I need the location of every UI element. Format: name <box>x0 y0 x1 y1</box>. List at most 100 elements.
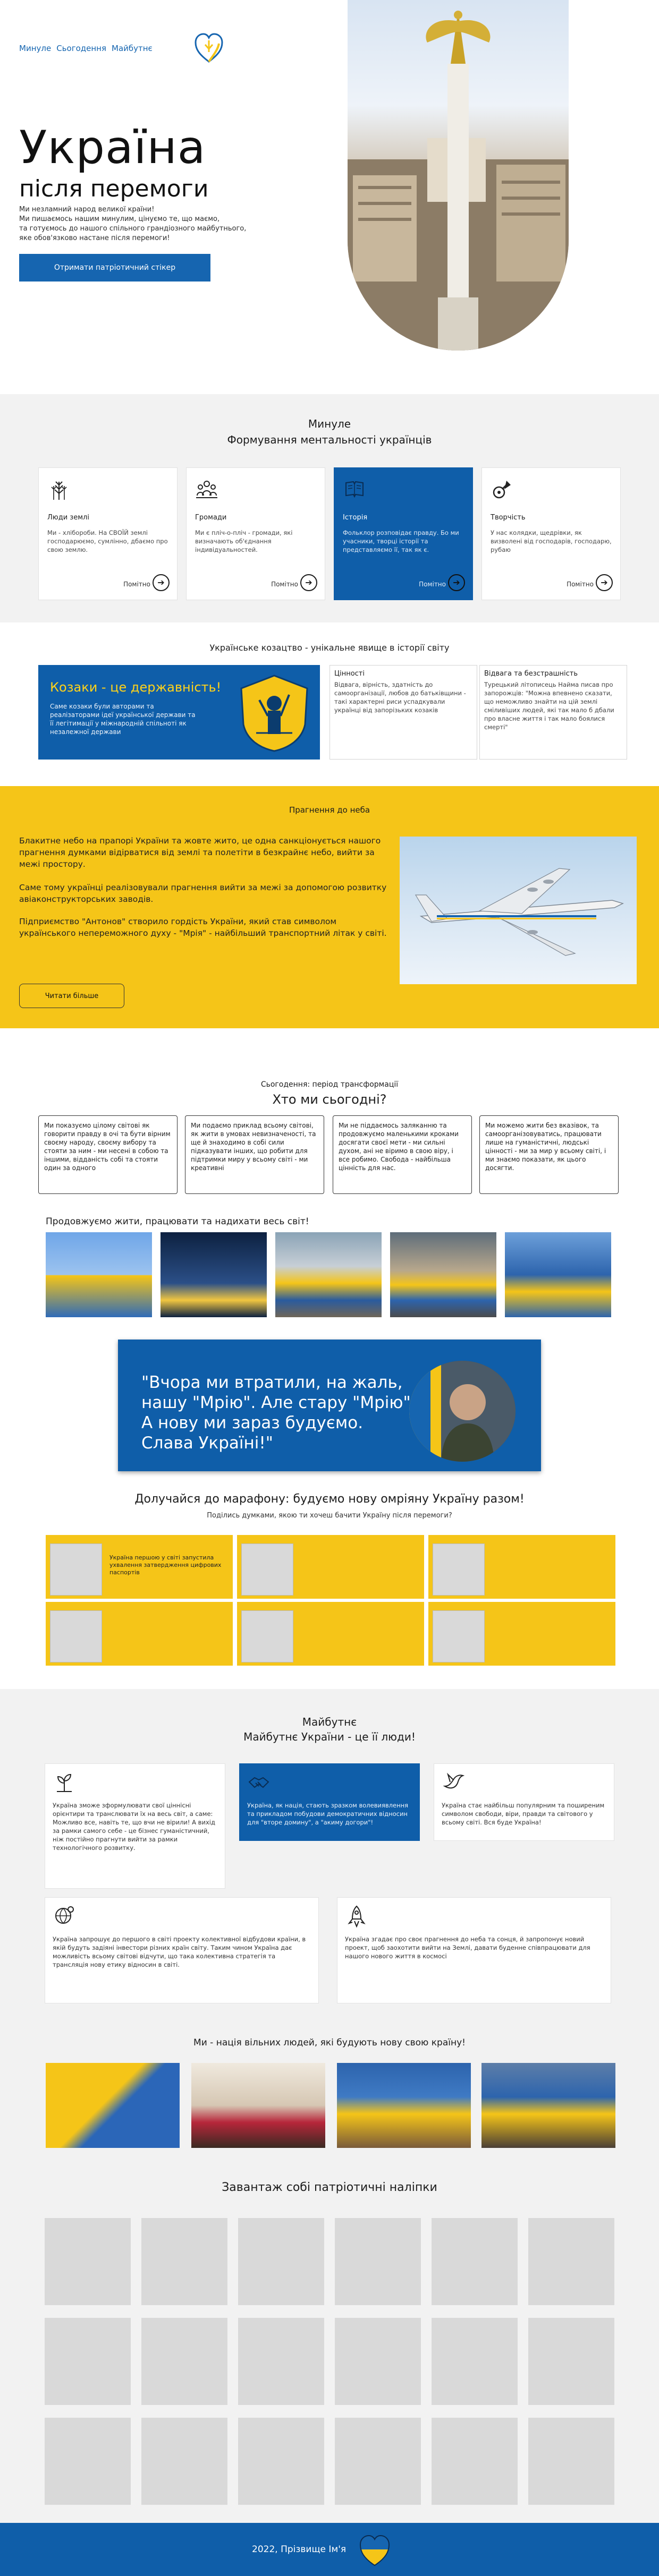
sticker-placeholder[interactable] <box>238 2318 324 2405</box>
values-heading: Цінності <box>334 670 365 678</box>
sticker-placeholder[interactable] <box>528 2318 614 2405</box>
independence-monument-photo <box>348 0 569 351</box>
guitar-icon <box>493 481 511 499</box>
marathon-photo-placeholder <box>241 1610 293 1662</box>
sticker-placeholder[interactable] <box>45 2218 131 2305</box>
sky-heading: Прагнення до неба <box>289 805 370 815</box>
future-card-text: Україна стає найбільш популярним та поши… <box>442 1802 605 1826</box>
flag-photo <box>46 1232 152 1317</box>
marathon-card[interactable] <box>237 1535 424 1599</box>
hero-subtitle: після перемоги <box>19 175 209 202</box>
sticker-placeholder[interactable] <box>141 2418 227 2505</box>
community-icon <box>196 481 217 498</box>
sticker-placeholder[interactable] <box>528 2418 614 2505</box>
present-card: Ми не піддаємось заляканню та продовжуєм… <box>333 1115 472 1194</box>
card-text: Ми є ​​пліч-о-пліч - громади, які визнач… <box>195 529 293 553</box>
present-card-text: Ми подаємо приклад всьому світові, як жи… <box>191 1122 316 1172</box>
present-card: Ми можемо жити без вказівок, та самоорга… <box>479 1115 619 1194</box>
present-card-text: Ми не піддаємось заляканню та продовжуєм… <box>339 1122 459 1172</box>
heart-logo-icon[interactable] <box>195 33 223 64</box>
arrow-right-icon[interactable]: ➔ <box>596 574 613 591</box>
present-card: Ми подаємо приклад всьому світові, як жи… <box>185 1115 324 1194</box>
mriya-plane-photo <box>400 837 637 984</box>
marathon-title: Долучайся до марафону: будуємо нову омрі… <box>134 1492 525 1506</box>
marathon-photo-placeholder <box>433 1543 485 1596</box>
marathon-card[interactable] <box>237 1602 424 1666</box>
sticker-placeholder[interactable] <box>238 2218 324 2305</box>
marathon-photo-placeholder <box>241 1543 293 1596</box>
past-card-land[interactable]: Люди землі Ми - хлібороби. На СВОЇЙ земл… <box>38 467 178 600</box>
future-card: Україна стає найбільш популярним та поши… <box>434 1763 614 1841</box>
nav-item-past[interactable]: Минуле <box>19 44 51 53</box>
arrow-right-icon[interactable]: ➔ <box>153 574 170 591</box>
future-card-text: Україна зможе зформулювати свої ціннісні… <box>53 1802 215 1852</box>
hero-title: Україна <box>19 121 206 174</box>
stickers-title: Завантаж собі патріотичні наліпки <box>222 2181 437 2194</box>
quote-text: "Вчора ми втратили, на жаль, нашу "Мрію"… <box>141 1373 416 1453</box>
book-icon <box>345 481 364 498</box>
dove-icon <box>443 1772 465 1789</box>
hero-text-line: яке обов'язково настане після перемоги! <box>19 234 170 242</box>
monument-illustration <box>348 11 569 351</box>
quote-card: "Вчора ми втратили, на жаль, нашу "Мрію"… <box>118 1340 541 1471</box>
nav-item-present[interactable]: Сьогодення <box>56 44 106 53</box>
sticker-placeholder[interactable] <box>432 2218 518 2305</box>
wheat-icon <box>51 481 67 500</box>
plane-illustration <box>415 868 624 956</box>
marathon-photo-placeholder <box>433 1610 485 1662</box>
sticker-placeholder[interactable] <box>432 2418 518 2505</box>
card-title: Громади <box>195 514 227 522</box>
future-card-text: Україна, як нація, стають зразком волеви… <box>247 1802 409 1826</box>
card-text: Фольклор розповідає правду. Бо ми учасни… <box>343 529 459 553</box>
present-card: Ми показуємо цілому світові як говорити … <box>38 1115 178 1194</box>
night-city-photo <box>160 1232 267 1317</box>
sticker-placeholder[interactable] <box>335 2318 421 2405</box>
marathon-card[interactable] <box>428 1535 615 1599</box>
sticker-placeholder[interactable] <box>45 2418 131 2505</box>
card-text: У нас колядки, щедрівки, як визволені ві… <box>491 529 612 553</box>
marathon-card[interactable] <box>428 1602 615 1666</box>
protest-crowd-photo <box>481 2063 615 2148</box>
rally-photo <box>275 1232 382 1317</box>
sticker-placeholder[interactable] <box>238 2418 324 2505</box>
cossack-text: Саме козаки були авторами та реалізатора… <box>50 703 196 736</box>
past-card-creativity[interactable]: Творчість У нас колядки, щедрівки, як ви… <box>481 467 621 600</box>
read-more-button[interactable]: Читати більше <box>19 984 124 1008</box>
future-title: Майбутнє України - це її люди! <box>243 1730 416 1743</box>
sticker-placeholder[interactable] <box>335 2218 421 2305</box>
hero-text-line: Ми незламний народ великої країни! <box>19 206 155 214</box>
past-label: Минуле <box>308 417 351 430</box>
sky-paragraph-1: Блакитне небо на прапорі України та жовт… <box>19 836 381 869</box>
sticker-placeholder[interactable] <box>432 2318 518 2405</box>
flag-crowd-photo <box>337 2063 471 2148</box>
sticker-placeholder[interactable] <box>335 2418 421 2505</box>
sky-aspiration-section: Прагнення до неба Блакитне небо на прапо… <box>0 786 659 1028</box>
get-sticker-button[interactable]: Отримати патріотичний стікер <box>19 254 210 282</box>
cossack-emblem-icon <box>240 675 308 752</box>
past-card-community[interactable]: Громади Ми є ​​пліч-о-пліч - громади, як… <box>186 467 325 600</box>
arrow-right-icon[interactable]: ➔ <box>448 574 465 591</box>
hero-text: Ми незламний народ великої країни! Ми пи… <box>19 205 295 243</box>
sticker-placeholder[interactable] <box>45 2318 131 2405</box>
sticker-placeholder[interactable] <box>141 2318 227 2405</box>
rocket-icon <box>348 1905 366 1927</box>
marathon-card[interactable] <box>46 1602 233 1666</box>
bravery-text: Турецький літописець Найма писав про зап… <box>484 681 614 731</box>
cossack-heading: Козаки - це державність! <box>50 680 222 695</box>
cossack-bravery-card: Відвага та безстрашність Турецький літоп… <box>479 665 627 760</box>
card-more-label: Помітно <box>419 581 446 588</box>
arrow-right-icon[interactable]: ➔ <box>300 574 317 591</box>
president-photo <box>409 1361 516 1462</box>
future-label: Майбутнє <box>302 1716 357 1728</box>
future-card: Україна згадає про своє прагнення до неб… <box>337 1897 611 2003</box>
past-card-history[interactable]: Історія Фольклор розповідає правду. Бо м… <box>334 467 473 600</box>
face-paint-photo <box>46 2063 180 2148</box>
handshake-icon <box>248 1777 269 1788</box>
sticker-placeholder[interactable] <box>528 2218 614 2305</box>
present-title: Хто ми сьогодні? <box>272 1092 387 1107</box>
hero-text-line: та готуємось до нашого спільного грандіо… <box>19 225 247 233</box>
portrait-illustration <box>409 1361 516 1462</box>
marathon-card[interactable]: Україна першою у світі запустила ухвален… <box>46 1535 233 1599</box>
sticker-placeholder[interactable] <box>141 2218 227 2305</box>
nav-item-future[interactable]: Майбутнє <box>112 44 153 53</box>
